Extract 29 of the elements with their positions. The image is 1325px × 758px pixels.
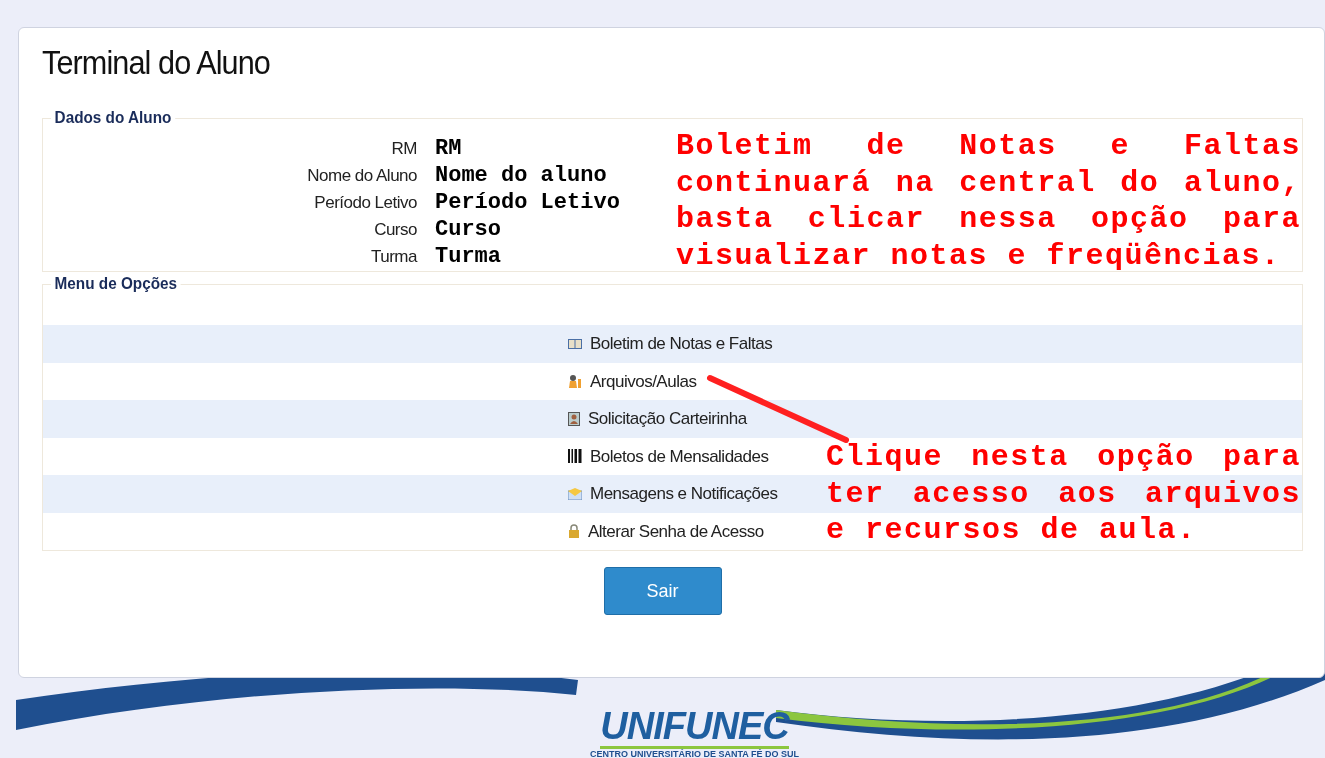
field-label: Nome do Aluno	[306, 165, 417, 187]
logo-text: UNIFUNEC	[600, 706, 789, 749]
book-icon	[568, 337, 582, 350]
page-title: Terminal do Aluno	[42, 42, 271, 82]
person-icon	[568, 374, 582, 389]
field-value: Período Letivo	[435, 189, 620, 216]
field-value: Nome do aluno	[435, 162, 607, 189]
menu-link[interactable]: Boletos de Mensalidades	[568, 443, 769, 469]
annotation-text: Clique nesta opção para ter acesso aos arquivos e recursos de aula.	[826, 439, 1301, 549]
id-card-icon	[568, 411, 580, 426]
menu-link[interactable]: Solicitação Carteirinha	[568, 406, 747, 432]
field-label: Curso	[373, 219, 417, 241]
field-label: Período Letivo	[313, 192, 417, 214]
menu-link[interactable]: Alterar Senha de Acesso	[568, 518, 764, 544]
field-label: Turma	[370, 246, 417, 268]
envelope-icon	[568, 487, 582, 500]
field-value: RM	[435, 135, 462, 162]
field-value: Turma	[435, 243, 501, 270]
annotation-text: Boletim de Notas e Faltas continuará na central do aluno, basta clicar nessa opção para visualizar notas e freqüências.	[676, 128, 1301, 274]
menu-link[interactable]: Arquivos/Aulas	[568, 368, 697, 394]
exit-button[interactable]: Sair	[603, 567, 722, 615]
menu-link[interactable]: Mensagens e Notificações	[568, 481, 778, 507]
field-value: Curso	[435, 216, 501, 243]
padlock-icon	[568, 524, 580, 539]
field-label: RM	[390, 138, 417, 160]
menu-link[interactable]: Boletim de Notas e Faltas	[568, 331, 773, 357]
barcode-icon	[568, 449, 582, 464]
section-legend: Menu de Opções	[51, 275, 181, 293]
logo-subtitle: CENTRO UNIVERSITÁRIO DE SANTA FÉ DO SUL	[590, 749, 799, 758]
